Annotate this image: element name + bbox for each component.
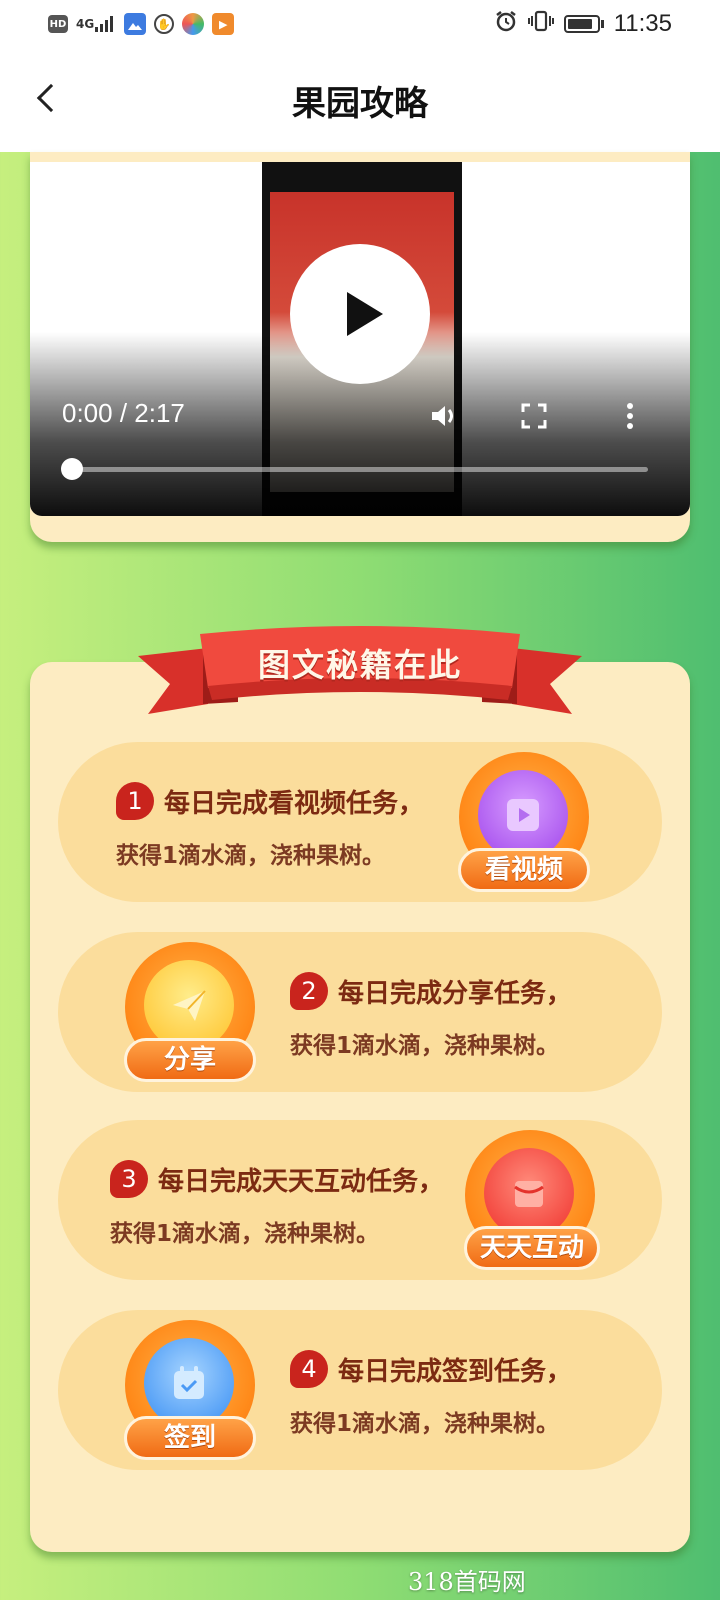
red-envelope-icon — [514, 1181, 544, 1207]
hd-icon: HD — [48, 15, 68, 33]
sign-in-button[interactable]: 签到 — [124, 1320, 256, 1464]
network-type: 4G — [76, 17, 95, 31]
page-title: 果园攻略 — [292, 83, 428, 124]
sign-in-badge — [144, 1338, 234, 1428]
chevron-left-icon — [36, 83, 66, 113]
task-desc: 获得1滴水滴，浇种果树。 — [290, 1033, 560, 1059]
task-number-badge: 4 — [290, 1350, 328, 1388]
share-badge — [144, 960, 234, 1050]
interact-button[interactable]: 天天互动 — [464, 1130, 600, 1274]
task-number-badge: 3 — [110, 1160, 148, 1198]
back-button[interactable] — [26, 78, 66, 118]
task-title: 每日完成分享任务， — [338, 978, 573, 1009]
status-bar: HD 4G ✋ ▶ 11:35 — [0, 0, 720, 48]
battery-tip — [600, 20, 604, 28]
interact-label: 天天互动 — [464, 1226, 600, 1270]
share-button[interactable]: 分享 — [124, 942, 256, 1086]
task-desc: 获得1滴水滴，浇种果树。 — [116, 843, 386, 869]
share-label: 分享 — [124, 1038, 256, 1082]
app-colorful-icon — [182, 13, 205, 35]
progress-bar[interactable] — [61, 458, 648, 480]
interact-badge — [484, 1148, 574, 1238]
task-title: 每日完成天天互动任务， — [158, 1166, 445, 1197]
task-item-video: 1 每日完成看视频任务， 获得1滴水滴，浇种果树。 看视频 — [58, 742, 662, 902]
task-title: 每日完成签到任务， — [338, 1356, 573, 1387]
task-title: 每日完成看视频任务， — [164, 788, 425, 819]
task-item-interact: 3 每日完成天天互动任务， 获得1滴水滴，浇种果树。 天天互动 — [58, 1120, 662, 1280]
status-time: 11:35 — [613, 10, 672, 37]
task-number-badge: 2 — [290, 972, 328, 1010]
task-desc: 获得1滴水滴，浇种果树。 — [290, 1411, 560, 1437]
guide-banner: 图文秘籍在此 — [108, 626, 612, 736]
volume-icon[interactable] — [428, 400, 460, 432]
play-icon — [347, 292, 383, 336]
play-app-icon: ▶ — [212, 13, 235, 35]
banner-title: 图文秘籍在此 — [257, 646, 462, 684]
video-play-icon — [507, 799, 539, 831]
task-number-badge: 1 — [116, 782, 154, 820]
progress-handle[interactable] — [61, 458, 83, 480]
more-options-icon[interactable] — [614, 400, 646, 432]
task-item-signin: 签到 4 每日完成签到任务， 获得1滴水滴，浇种果树。 — [58, 1310, 662, 1470]
signal-icon: 4G — [76, 13, 116, 35]
video-badge — [478, 770, 568, 860]
play-button[interactable] — [290, 244, 430, 384]
video-player[interactable]: 0:00 / 2:17 — [30, 162, 690, 516]
task-desc: 获得1滴水滴，浇种果树。 — [110, 1221, 380, 1247]
watch-video-label: 看视频 — [458, 848, 590, 892]
watermark: 318首码网 www.E318.com — [408, 1568, 596, 1600]
paper-plane-icon — [173, 990, 206, 1021]
sign-in-label: 签到 — [124, 1416, 256, 1460]
video-time: 0:00 / 2:17 — [62, 398, 185, 428]
video-card: 0:00 / 2:17 — [30, 152, 690, 542]
gallery-icon — [124, 13, 147, 35]
header: 果园攻略 — [0, 48, 720, 152]
task-item-share: 分享 2 每日完成分享任务， 获得1滴水滴，浇种果树。 — [58, 932, 662, 1092]
calendar-check-icon — [174, 1366, 204, 1399]
watch-video-button[interactable]: 看视频 — [458, 752, 590, 896]
battery-icon — [563, 15, 600, 33]
fullscreen-icon[interactable] — [518, 400, 550, 432]
vibrate-icon — [527, 9, 554, 39]
alarm-icon — [494, 9, 518, 39]
hand-icon: ✋ — [154, 14, 175, 34]
